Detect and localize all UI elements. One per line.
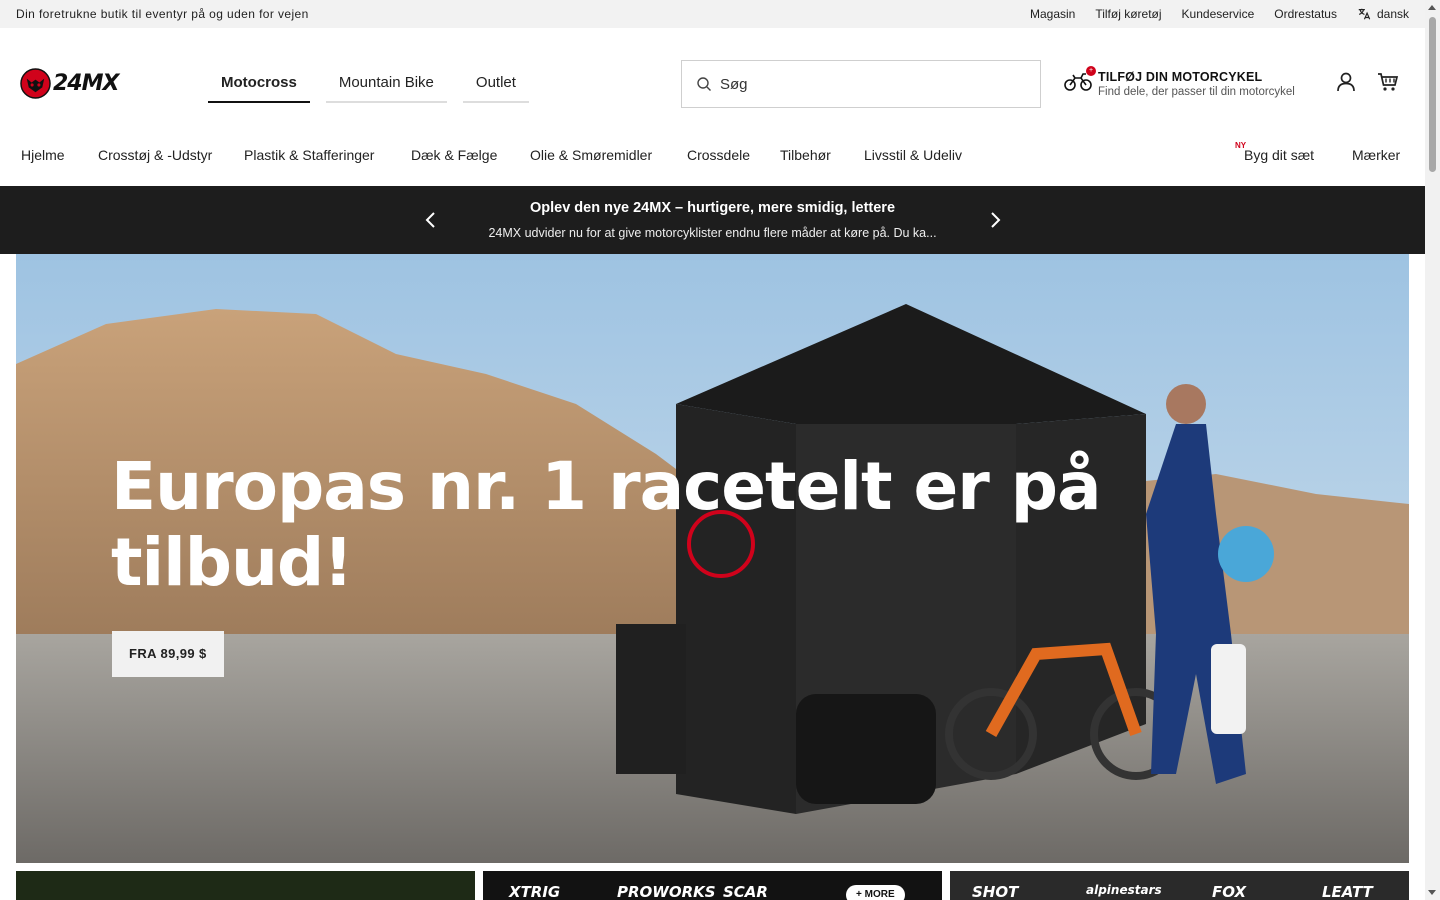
- promo-title[interactable]: Oplev den nye 24MX – hurtigere, mere smi…: [0, 200, 1425, 216]
- promo-subtitle: 24MX udvider nu for at give motorcyklist…: [488, 226, 937, 240]
- chevron-right-icon[interactable]: [985, 210, 1005, 230]
- hero-banner[interactable]: Europas nr. 1 racetelt er på tilbud! FRA…: [16, 254, 1409, 863]
- brand-fox: FOX: [1212, 883, 1247, 900]
- category-nav: Hjelme Crosstøj & -Udstyr Plastik & Staf…: [0, 128, 1425, 186]
- search-icon: [697, 77, 711, 91]
- link-magasin[interactable]: Magasin: [1030, 7, 1075, 21]
- hero-cta-button[interactable]: FRA 89,99 $: [112, 631, 224, 677]
- more-brands-badge: + MORE: [846, 885, 905, 900]
- garage-badge: +: [1086, 66, 1096, 76]
- cat-hjelme[interactable]: Hjelme: [21, 147, 65, 163]
- search-input[interactable]: [720, 75, 1020, 93]
- scrollbar-thumb[interactable]: [1429, 17, 1436, 172]
- logo-text: 24MX: [53, 71, 119, 96]
- tab-outlet[interactable]: Outlet: [462, 66, 529, 103]
- link-order-status[interactable]: Ordrestatus: [1274, 7, 1337, 21]
- cart-icon[interactable]: [1376, 70, 1400, 94]
- search-box: [681, 60, 1041, 108]
- garage-subtitle: Find dele, der passer til din motorcykel: [1098, 86, 1295, 98]
- promo-banner: Oplev den nye 24MX – hurtigere, mere smi…: [0, 186, 1425, 254]
- brand-xtrig: XTRIG: [509, 883, 561, 900]
- brand-alpinestars: alpinestars: [1086, 883, 1162, 897]
- cat-maerker[interactable]: Mærker: [1352, 147, 1400, 163]
- link-customer-service[interactable]: Kundeservice: [1182, 7, 1255, 21]
- utility-links: Magasin Tilføj køretøj Kundeservice Ordr…: [1030, 7, 1409, 21]
- tab-mountain-bike[interactable]: Mountain Bike: [325, 66, 447, 103]
- brand-shot: SHOT: [972, 883, 1019, 900]
- header: 24MX Motocross Mountain Bike Outlet + TI…: [0, 28, 1425, 128]
- add-motorcycle-button[interactable]: + TILFØJ DIN MOTORCYKEL Find dele, der p…: [1064, 66, 1324, 102]
- hero-headline: Europas nr. 1 racetelt er på tilbud!: [111, 448, 1102, 601]
- brand-proworks: PROWORKS: [617, 883, 716, 900]
- brand-leatt: LEATT: [1322, 883, 1373, 900]
- logo-mark-icon: [20, 68, 51, 99]
- cat-daek[interactable]: Dæk & Fælge: [411, 147, 497, 163]
- language-label: dansk: [1376, 7, 1409, 21]
- tile-1[interactable]: [16, 871, 475, 900]
- tab-motocross[interactable]: Motocross: [208, 66, 310, 103]
- brand-scar: SCAR: [723, 883, 768, 900]
- cat-plastik[interactable]: Plastik & Stafferinger: [244, 147, 374, 163]
- tile-3[interactable]: SHOT alpinestars FOX LEATT: [950, 871, 1409, 900]
- account-icon[interactable]: [1334, 70, 1358, 94]
- cat-crossdele[interactable]: Crossdele: [687, 147, 750, 163]
- cat-olie[interactable]: Olie & Smøremidler: [530, 147, 652, 163]
- tile-2[interactable]: XTRIG PROWORKS SCAR + MORE: [483, 871, 942, 900]
- scroll-down-arrow[interactable]: [1428, 890, 1436, 895]
- cat-tilbehor[interactable]: Tilbehør: [780, 147, 831, 163]
- utility-bar: Din foretrukne butik til eventyr på og u…: [0, 0, 1425, 28]
- tagline: Din foretrukne butik til eventyr på og u…: [16, 7, 309, 21]
- language-selector[interactable]: dansk: [1357, 7, 1409, 21]
- translate-icon: [1358, 8, 1371, 20]
- cat-byg-dit-saet[interactable]: Byg dit sæt: [1244, 147, 1314, 163]
- cat-livsstil[interactable]: Livsstil & Udeliv: [864, 147, 962, 163]
- cat-crosstoj[interactable]: Crosstøj & -Udstyr: [98, 147, 212, 163]
- scroll-up-arrow[interactable]: [1428, 5, 1436, 10]
- logo[interactable]: 24MX: [20, 68, 119, 99]
- garage-title: TILFØJ DIN MOTORCYKEL: [1098, 70, 1263, 84]
- scrollbar[interactable]: [1425, 0, 1440, 900]
- segment-tabs: Motocross Mountain Bike Outlet: [208, 66, 529, 103]
- link-add-vehicle[interactable]: Tilføj køretøj: [1095, 7, 1161, 21]
